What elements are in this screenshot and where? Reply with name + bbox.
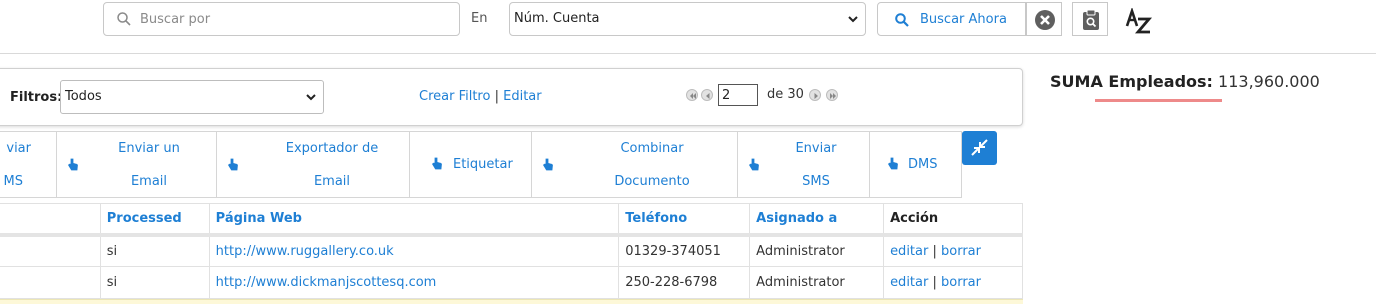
- records-table: Processed Página Web Teléfono Asignado a…: [0, 203, 1023, 299]
- action-label: DMS: [908, 157, 938, 172]
- clipboard-search-icon: [1083, 9, 1099, 30]
- search-box[interactable]: [103, 2, 460, 36]
- action-cell: editar | borrar: [883, 266, 1023, 299]
- action-separator: |: [932, 243, 937, 259]
- chevron-down-icon: [306, 94, 316, 101]
- filters-label: Filtros:: [10, 90, 63, 105]
- collapse-button[interactable]: [962, 131, 997, 165]
- email-exporter-button[interactable]: Exportador de Email: [216, 131, 410, 198]
- search-now-button[interactable]: Buscar Ahora: [877, 2, 1026, 36]
- last-page-button[interactable]: [826, 89, 838, 101]
- action-label-line2: Documento: [614, 174, 690, 189]
- hand-pointer-icon: [431, 157, 442, 170]
- link-separator: |: [494, 89, 499, 104]
- column-header-action: Acción: [883, 203, 1023, 237]
- prev-page-icon: [706, 93, 710, 99]
- column-header-assigned[interactable]: Asignado a: [749, 203, 885, 237]
- action-label-line2: Email: [130, 174, 168, 189]
- search-input[interactable]: [140, 9, 450, 29]
- merge-document-button[interactable]: Combinar Documento: [531, 131, 738, 198]
- column-header-phone[interactable]: Teléfono: [618, 203, 751, 237]
- highlighted-row-edge: [0, 299, 1023, 304]
- search-in-label: En: [471, 11, 488, 26]
- compress-icon: [971, 139, 988, 156]
- assigned-cell: Administrator: [749, 234, 885, 267]
- table-row: si http://www.dickmanjscottesq.com 250-2…: [0, 266, 1023, 299]
- edit-link[interactable]: editar: [890, 275, 928, 290]
- sort-az-icon: [1125, 8, 1153, 34]
- processed-cell: si: [99, 266, 210, 299]
- hand-pointer-icon: [227, 158, 238, 171]
- saved-search-button[interactable]: [1072, 2, 1108, 36]
- page-total: de 30: [767, 87, 804, 102]
- table-row: si http://www.ruggallery.co.uk 01329-374…: [0, 234, 1023, 267]
- edit-filter-link[interactable]: Editar: [503, 89, 542, 104]
- page-total-label: de 30: [767, 87, 804, 102]
- filters-selected-value: Todos: [65, 89, 102, 104]
- first-page-icon: [690, 93, 696, 99]
- action-label-line2: MS: [3, 174, 23, 189]
- delete-link[interactable]: borrar: [941, 244, 981, 259]
- action-label-line2: Email: [313, 174, 351, 189]
- action-separator: |: [932, 275, 937, 290]
- employees-sum-label: SUMA Empleados:: [1050, 72, 1213, 91]
- clear-button[interactable]: [1026, 2, 1062, 36]
- action-label-line1: viar: [6, 141, 31, 156]
- row-selector-cell[interactable]: [0, 234, 101, 267]
- next-page-icon: [814, 93, 818, 99]
- assigned-cell: Administrator: [749, 266, 885, 299]
- send-email-button[interactable]: Enviar un Email: [56, 131, 217, 198]
- hand-pointer-icon: [887, 157, 898, 170]
- column-header-selector: [0, 203, 101, 237]
- create-filter-link[interactable]: Crear Filtro: [419, 89, 490, 104]
- website-link[interactable]: http://www.ruggallery.co.uk: [208, 234, 620, 267]
- employees-sum: SUMA Empleados: 113,960.000: [1050, 72, 1320, 91]
- filters-select[interactable]: Todos: [60, 80, 324, 114]
- website-link[interactable]: http://www.dickmanjscottesq.com: [208, 266, 620, 299]
- sort-az-button[interactable]: [1118, 2, 1154, 36]
- page-number-input[interactable]: [718, 84, 758, 106]
- sum-underline: [1095, 99, 1222, 102]
- action-label: Etiquetar: [453, 157, 513, 172]
- prev-page-button[interactable]: [701, 89, 713, 101]
- filter-links: Crear Filtro | Editar: [419, 89, 542, 104]
- phone-cell: 250-228-6798: [618, 266, 751, 299]
- search-now-label: Buscar Ahora: [920, 12, 1007, 27]
- last-page-icon: [830, 93, 836, 99]
- column-header-website[interactable]: Página Web: [208, 203, 620, 237]
- delete-link[interactable]: borrar: [941, 275, 981, 290]
- table-header-row: Processed Página Web Teléfono Asignado a…: [0, 203, 1023, 237]
- filter-panel: Filtros: Todos Crear Filtro | Editar de …: [0, 68, 1023, 126]
- search-field-select[interactable]: Núm. Cuenta: [509, 2, 866, 36]
- top-search-bar: En Núm. Cuenta Buscar Ahora: [0, 0, 1376, 54]
- phone-cell: 01329-374051: [618, 234, 751, 267]
- next-page-button[interactable]: [809, 89, 821, 101]
- send-sms-button[interactable]: Enviar SMS: [737, 131, 870, 198]
- action-label-line2: SMS: [802, 174, 830, 189]
- send-sms-partial-button[interactable]: viar MS: [0, 131, 57, 198]
- action-label-line1: Enviar: [795, 141, 837, 156]
- edit-link[interactable]: editar: [890, 244, 928, 259]
- search-field-value: Núm. Cuenta: [514, 11, 600, 26]
- tag-button[interactable]: Etiquetar: [409, 131, 532, 198]
- clear-icon: [1035, 10, 1055, 30]
- column-header-processed[interactable]: Processed: [99, 203, 210, 237]
- action-label-line1: Exportador de: [285, 141, 379, 156]
- search-icon: [895, 13, 909, 27]
- action-label-line1: Combinar: [620, 141, 684, 156]
- first-page-button[interactable]: [686, 89, 698, 101]
- processed-cell: si: [99, 234, 210, 267]
- hand-pointer-icon: [67, 158, 78, 171]
- search-icon: [117, 12, 131, 26]
- action-label-line1: Enviar un: [118, 141, 180, 156]
- hand-pointer-icon: [748, 158, 759, 171]
- chevron-down-icon: [848, 16, 858, 23]
- row-selector-cell[interactable]: [0, 266, 101, 299]
- dms-button[interactable]: DMS: [869, 131, 962, 198]
- action-cell: editar | borrar: [883, 234, 1023, 267]
- hand-pointer-icon: [542, 158, 553, 171]
- employees-sum-value: 113,960.000: [1218, 72, 1320, 91]
